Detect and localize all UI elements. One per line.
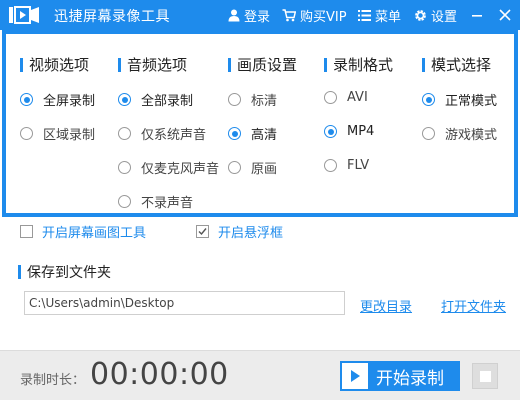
radio-icon: [118, 127, 131, 140]
video-options-title: 视频选项: [20, 54, 89, 75]
radio-selected-icon: [20, 93, 33, 106]
audio-options-title: 音频选项: [118, 54, 187, 75]
login-button[interactable]: 登录: [228, 0, 270, 30]
format-option-avi[interactable]: AVI: [324, 90, 368, 105]
radio-icon: [422, 127, 435, 140]
mode-option-game[interactable]: 游戏模式: [422, 124, 497, 143]
checkbox-unchecked-icon: [20, 225, 33, 238]
save-path-input[interactable]: C:\Users\admin\Desktop: [24, 291, 345, 315]
record-duration-label: 录制时长：: [20, 373, 86, 388]
options-panel: 视频选项 全屏录制 区域录制 音频选项 全部录制 仅系统声音 仅麦克风声音 不录…: [2, 30, 518, 217]
radio-icon: [324, 159, 337, 172]
radio-selected-icon: [228, 127, 241, 140]
settings-label: 设置: [431, 9, 458, 25]
audio-option-mic-only[interactable]: 仅麦克风声音: [118, 158, 219, 177]
audio-option-all[interactable]: 全部录制: [118, 90, 193, 109]
settings-button[interactable]: 设置: [414, 0, 457, 30]
format-option-flv[interactable]: FLV: [324, 158, 369, 173]
format-options-title: 录制格式: [324, 54, 393, 75]
app-logo-icon: [9, 6, 39, 24]
save-folder-title: 保存到文件夹: [18, 262, 111, 282]
close-button[interactable]: [492, 0, 518, 30]
cart-icon: [282, 8, 296, 21]
checkbox-checked-icon: [196, 225, 209, 238]
stop-icon: [479, 370, 491, 382]
buy-vip-label: 购买VIP: [300, 9, 347, 25]
menu-icon: [358, 9, 371, 21]
radio-selected-icon: [324, 125, 337, 138]
quality-options-title: 画质设置: [228, 54, 297, 75]
video-option-fullscreen[interactable]: 全屏录制: [20, 90, 95, 109]
quality-option-original[interactable]: 原画: [228, 158, 277, 177]
radio-selected-icon: [118, 93, 131, 106]
video-option-region[interactable]: 区域录制: [20, 124, 95, 143]
radio-icon: [324, 91, 337, 104]
radio-icon: [228, 161, 241, 174]
mode-option-normal[interactable]: 正常模式: [422, 90, 497, 109]
start-recording-label: 开始录制: [376, 368, 444, 389]
radio-selected-icon: [422, 93, 435, 106]
menu-label: 菜单: [375, 9, 402, 25]
minimize-icon: [472, 15, 482, 17]
open-folder-link[interactable]: 打开文件夹: [441, 296, 506, 315]
draw-tool-checkbox[interactable]: 开启屏幕画图工具: [20, 222, 146, 241]
gear-icon: [415, 9, 426, 21]
play-icon: [342, 363, 368, 389]
mode-options-title: 模式选择: [422, 54, 491, 75]
bottom-bar: 录制时长： 00:00:00 开始录制: [0, 350, 520, 400]
minimize-button[interactable]: [464, 0, 490, 30]
login-label: 登录: [244, 9, 271, 25]
radio-icon: [118, 161, 131, 174]
radio-icon: [20, 127, 33, 140]
change-directory-link[interactable]: 更改目录: [360, 296, 412, 315]
user-icon: [228, 9, 240, 21]
record-timer: 00:00:00: [90, 357, 229, 392]
quality-option-hd[interactable]: 高清: [228, 124, 277, 143]
stop-button[interactable]: [472, 363, 498, 389]
start-recording-button[interactable]: 开始录制: [340, 361, 460, 391]
menu-button[interactable]: 菜单: [358, 0, 401, 30]
radio-icon: [228, 93, 241, 106]
buy-vip-button[interactable]: 购买VIP: [282, 0, 347, 30]
format-option-mp4[interactable]: MP4: [324, 124, 374, 139]
close-icon: [499, 9, 511, 21]
float-window-checkbox[interactable]: 开启悬浮框: [196, 222, 283, 241]
quality-option-sd[interactable]: 标清: [228, 90, 277, 109]
audio-option-none[interactable]: 不录声音: [118, 192, 193, 211]
app-title: 迅捷屏幕录像工具: [54, 9, 170, 25]
title-bar: 迅捷屏幕录像工具 登录 购买VIP 菜单 设置: [0, 0, 520, 30]
radio-icon: [118, 195, 131, 208]
audio-option-system-only[interactable]: 仅系统声音: [118, 124, 206, 143]
